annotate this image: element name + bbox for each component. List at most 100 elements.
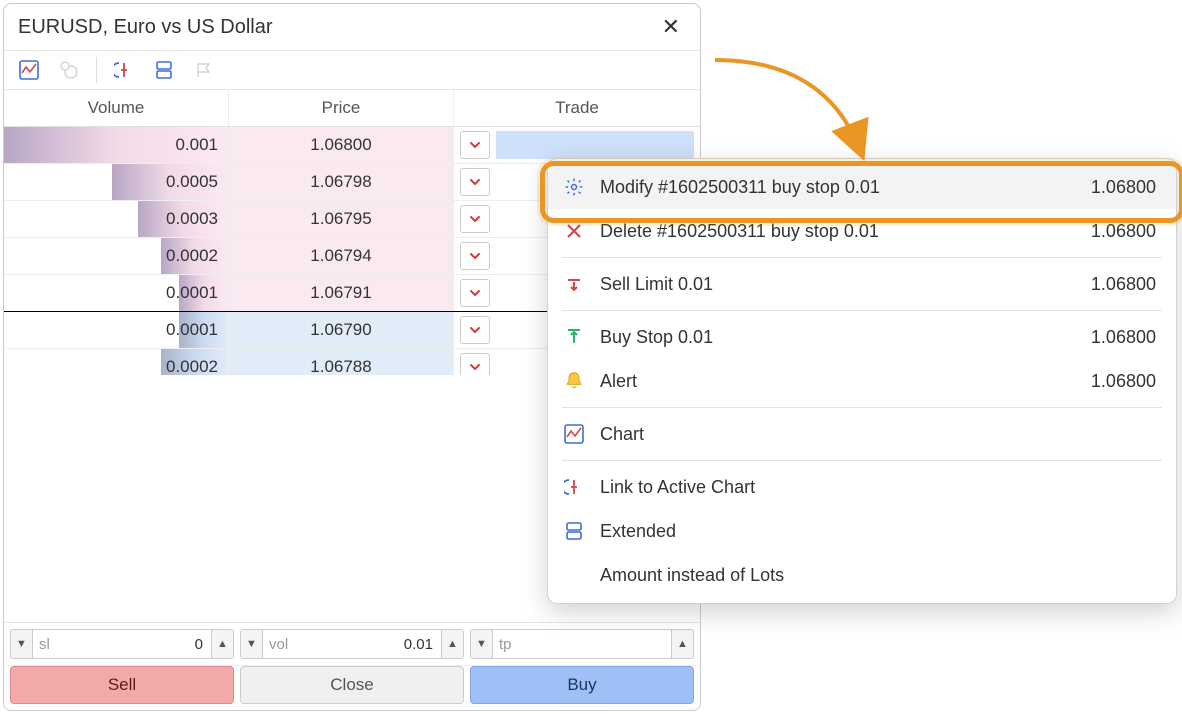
sl-value: 0 [56,636,211,653]
menu-separator [562,460,1162,461]
menu-delete-order[interactable]: Delete #1602500311 buy stop 0.01 1.06800 [548,209,1176,253]
toolbar-separator [96,57,97,83]
table-header: Volume Price Trade [4,90,700,127]
callout-arrow-icon [705,50,885,170]
price-cell: 1.06800 [229,127,454,163]
menu-modify-order[interactable]: Modify #1602500311 buy stop 0.01 1.06800 [548,165,1176,209]
decrement-icon[interactable]: ▼ [471,630,493,658]
expand-button[interactable] [460,131,490,159]
menu-item-label: Modify #1602500311 buy stop 0.01 [600,177,1077,198]
context-menu: Modify #1602500311 buy stop 0.01 1.06800… [547,158,1177,604]
volume-value: 0.0001 [166,283,218,303]
volume-cell: 0.0003 [4,201,229,237]
expand-button[interactable] [460,168,490,196]
menu-item-label: Extended [600,521,1156,542]
menu-buy-stop[interactable]: Buy Stop 0.01 1.06800 [548,315,1176,359]
price-cell: 1.06794 [229,238,454,274]
menu-item-label: Chart [600,424,1156,445]
order-buttons: Sell Close Buy [4,665,700,710]
menu-item-label: Alert [600,371,1077,392]
volume-stepper[interactable]: ▼ vol 0.01 ▲ [240,629,464,659]
volume-value: 0.0002 [166,246,218,266]
volume-value: 0.0003 [166,209,218,229]
close-button[interactable]: Close [240,666,464,704]
menu-item-value: 1.06800 [1091,327,1156,348]
decrement-icon[interactable]: ▼ [11,630,33,658]
close-icon[interactable]: ✕ [656,12,686,42]
volume-value: 0.0001 [166,320,218,340]
extended-icon[interactable] [151,57,177,83]
menu-alert[interactable]: Alert 1.06800 [548,359,1176,403]
volume-cell: 0.001 [4,127,229,163]
order-marker[interactable] [496,131,694,159]
chevron-down-icon [468,138,482,152]
menu-item-label: Link to Active Chart [600,477,1156,498]
menu-item-label: Buy Stop 0.01 [600,327,1077,348]
window-titlebar: EURUSD, Euro vs US Dollar ✕ [4,4,700,50]
volume-value: 0.0005 [166,172,218,192]
toolbar [4,50,700,90]
order-controls: ▼ sl 0 ▲ ▼ vol 0.01 ▲ ▼ tp ▲ [4,622,700,665]
chevron-down-icon [468,286,482,300]
menu-item-label: Delete #1602500311 buy stop 0.01 [600,221,1077,242]
menu-item-value: 1.06800 [1091,274,1156,295]
volume-value: 0.0002 [166,357,218,375]
increment-icon[interactable]: ▲ [671,630,693,658]
buy-button[interactable]: Buy [470,666,694,704]
expand-button[interactable] [460,316,490,344]
volume-cell: 0.0002 [4,238,229,274]
vol-value: 0.01 [294,636,441,653]
volume-value: 0.001 [175,135,218,155]
tp-stepper[interactable]: ▼ tp ▲ [470,629,694,659]
sl-label: sl [33,636,56,653]
increment-icon[interactable]: ▲ [441,630,463,658]
chevron-down-icon [468,212,482,226]
chevron-down-icon [468,175,482,189]
buy-stop-icon [562,325,586,349]
price-cell: 1.06790 [229,312,454,348]
extended-icon [562,519,586,543]
expand-button[interactable] [460,279,490,307]
volume-cell: 0.0002 [4,349,229,375]
expand-button[interactable] [460,242,490,270]
timer-icon [56,57,82,83]
vol-label: vol [263,636,294,653]
window-title: EURUSD, Euro vs US Dollar [18,16,273,39]
menu-amount-lots[interactable]: Amount instead of Lots [548,553,1176,597]
price-cell: 1.06798 [229,164,454,200]
menu-separator [562,407,1162,408]
volume-cell: 0.0001 [4,312,229,348]
chart-icon[interactable] [16,57,42,83]
link-chart-icon[interactable] [111,57,137,83]
flag-icon [191,57,217,83]
delete-icon [562,219,586,243]
volume-cell: 0.0001 [4,275,229,311]
volume-cell: 0.0005 [4,164,229,200]
header-price: Price [229,90,454,126]
menu-chart[interactable]: Chart [548,412,1176,456]
header-trade: Trade [454,90,700,126]
price-cell: 1.06795 [229,201,454,237]
chevron-down-icon [468,323,482,337]
menu-item-value: 1.06800 [1091,177,1156,198]
sell-limit-icon [562,272,586,296]
link-chart-icon [562,475,586,499]
menu-separator [562,257,1162,258]
gear-icon [562,175,586,199]
chevron-down-icon [468,249,482,263]
blank-icon [562,563,586,587]
sell-button[interactable]: Sell [10,666,234,704]
expand-button[interactable] [460,205,490,233]
sl-stepper[interactable]: ▼ sl 0 ▲ [10,629,234,659]
decrement-icon[interactable]: ▼ [241,630,263,658]
increment-icon[interactable]: ▲ [211,630,233,658]
menu-sell-limit[interactable]: Sell Limit 0.01 1.06800 [548,262,1176,306]
menu-link-chart[interactable]: Link to Active Chart [548,465,1176,509]
menu-item-label: Amount instead of Lots [600,565,1156,586]
expand-button[interactable] [460,353,490,375]
menu-extended[interactable]: Extended [548,509,1176,553]
menu-item-label: Sell Limit 0.01 [600,274,1077,295]
tp-label: tp [493,636,518,653]
chevron-down-icon [468,360,482,374]
chart-icon [562,422,586,446]
